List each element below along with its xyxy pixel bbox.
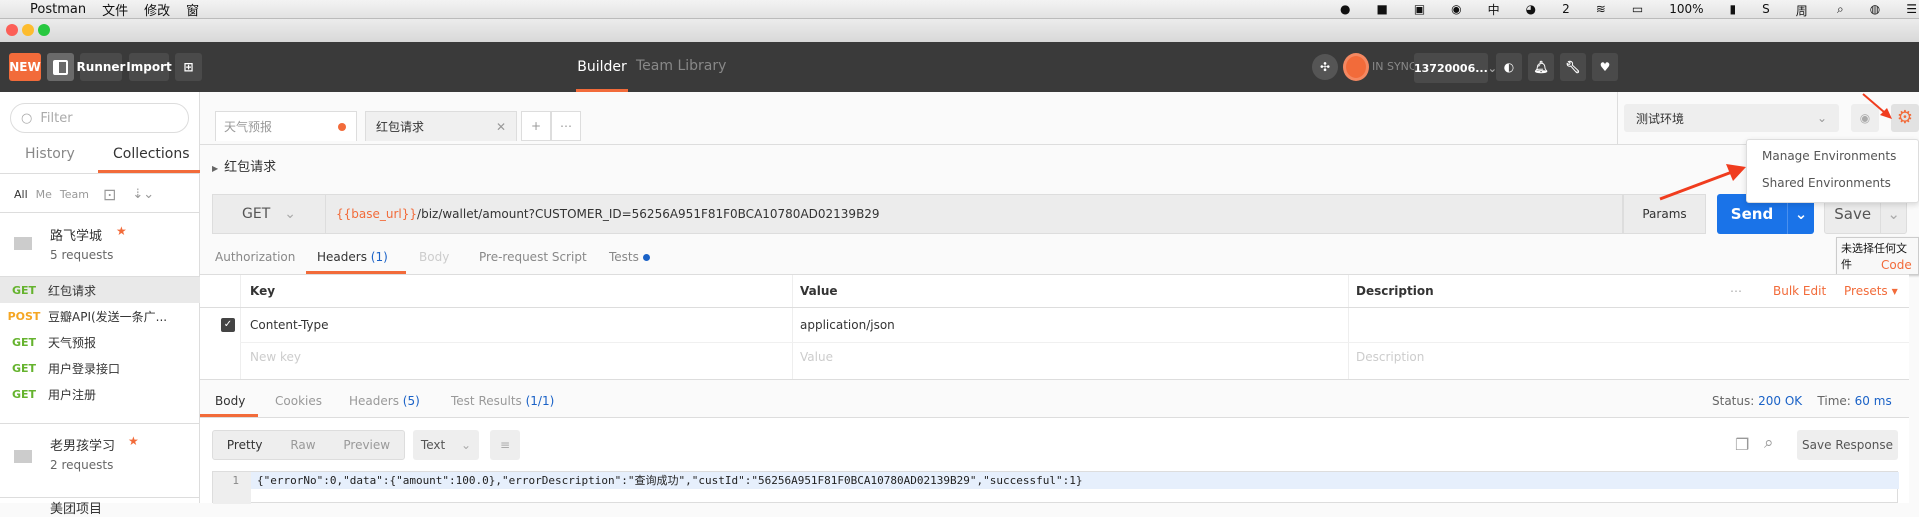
arrow-to-gear [1862,93,1885,113]
annotation-arrows [1659,93,1892,201]
arrow-to-menu [1659,170,1733,201]
